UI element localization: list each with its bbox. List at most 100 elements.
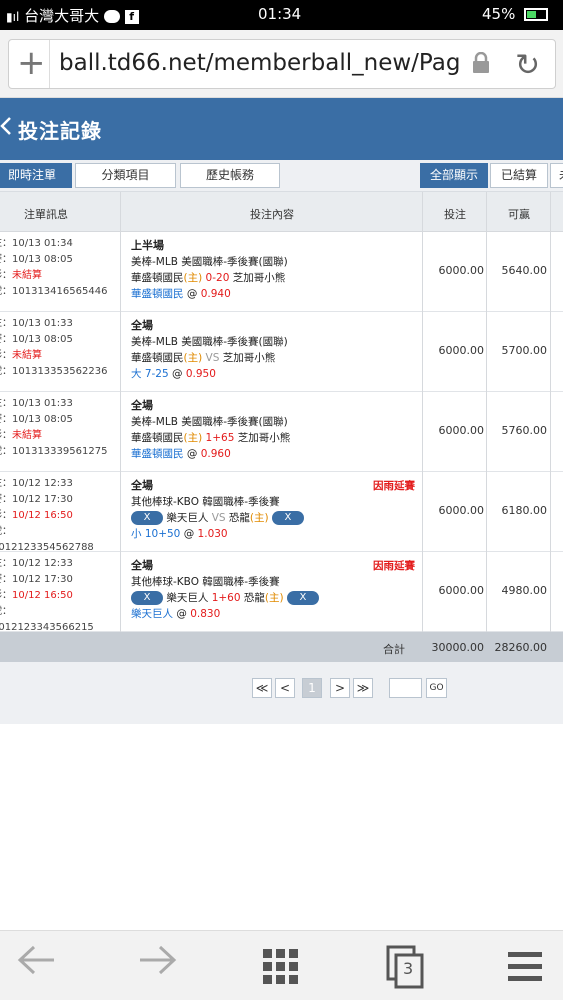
status-line: 彩：未結算	[0, 348, 110, 364]
status-badge: 未結算	[12, 430, 42, 441]
period: 全場	[131, 319, 153, 332]
grid-icon[interactable]	[263, 949, 299, 994]
team2: 恐龍	[228, 512, 250, 524]
grid-line	[550, 192, 551, 662]
back-icon[interactable]	[0, 116, 14, 142]
league: 其他棒球-KBO 韓國職棒-季後賽	[131, 496, 280, 508]
pick-line: 華盛頓國民 @ 0.960	[131, 446, 419, 462]
browser-toolbar: + ball.td66.net/memberball_new/Page. ↻	[0, 30, 563, 98]
status-line: 彩：10/12 16:50	[0, 508, 110, 524]
home-mark: (主)	[183, 272, 203, 284]
status-label: 彩：	[0, 270, 12, 281]
pick: 大 7-25	[131, 368, 169, 380]
url-box[interactable]: + ball.td66.net/memberball_new/Page. ↻	[8, 39, 556, 89]
tab-live-bets[interactable]: 即時注單	[0, 163, 72, 188]
status-badge: 10/12 16:50	[12, 590, 73, 601]
odds: 0.950	[185, 368, 216, 380]
league: 美棒-MLB 美國職棒-季後賽(國聯)	[131, 256, 288, 268]
battery-group: 45%	[482, 5, 549, 23]
team1: 華盛頓國民	[131, 432, 184, 444]
menu-icon[interactable]	[508, 951, 542, 991]
handicap: VS	[211, 512, 226, 524]
ticket-number: 號：101313339561275	[0, 446, 108, 457]
tabs-icon[interactable]: 3	[386, 945, 426, 989]
bet-content: 全場 美棒-MLB 美國職棒-季後賽(國聯) 華盛頓國民(主) VS 芝加哥小熊大 …	[131, 318, 419, 382]
battery-percent: 45%	[482, 5, 516, 23]
win-amount: 5640.00	[501, 264, 548, 277]
cancel-pill[interactable]: X	[286, 591, 319, 605]
col-content: 投注內容	[250, 208, 294, 221]
match-time: 賽：10/13 08:05	[0, 414, 73, 425]
home-mark: (主)	[249, 512, 269, 524]
table-row: 注：10/13 01:33 賽：10/13 08:05 彩：未結算號：1013133…	[0, 392, 563, 472]
back-arrow-icon[interactable]	[16, 943, 56, 986]
match-line: X 樂天巨人 1+60 恐龍(主) X	[131, 590, 419, 606]
page-title: 投注記錄	[18, 119, 102, 143]
ticket-number: 號：101313353562236	[0, 366, 108, 377]
tab-show-all[interactable]: 全部顯示	[420, 163, 488, 188]
win-amount: 6180.00	[501, 504, 548, 517]
table-header: 注單訊息 投注內容 投注 可贏	[0, 192, 563, 232]
home-mark: (主)	[264, 592, 284, 604]
team1: 華盛頓國民	[131, 272, 184, 284]
home-mark: (主)	[183, 352, 203, 364]
pick-line: 大 7-25 @ 0.950	[131, 366, 419, 382]
tab-bar: 即時注單 分類項目 歷史帳務 全部顯示 已結算 未	[0, 160, 563, 192]
url-text[interactable]: ball.td66.net/memberball_new/Page.	[59, 50, 459, 76]
line-app-icon	[103, 10, 120, 23]
plus-icon[interactable]: +	[17, 43, 46, 83]
handicap: 1+60	[211, 592, 241, 604]
team1: 樂天巨人	[166, 512, 209, 524]
col-win: 可贏	[508, 208, 530, 221]
stake-amount: 6000.00	[438, 504, 485, 517]
go-button[interactable]: GO	[426, 678, 447, 698]
last-page-button[interactable]: ≫	[353, 678, 373, 698]
team1: 華盛頓國民	[131, 352, 184, 364]
match-time: 賽：10/13 08:05	[0, 334, 73, 345]
totals-label: 合計	[383, 643, 405, 656]
tab-history[interactable]: 歷史帳務	[180, 163, 280, 188]
prev-page-button[interactable]: <	[275, 678, 295, 698]
grid-line	[422, 192, 423, 662]
tab-unsettled[interactable]: 未	[550, 163, 563, 188]
reload-icon[interactable]: ↻	[515, 48, 540, 83]
handicap: 0-20	[205, 272, 230, 284]
league: 美棒-MLB 美國職棒-季後賽(國聯)	[131, 416, 288, 428]
odds: 1.030	[197, 528, 228, 540]
tab-settled[interactable]: 已結算	[490, 163, 548, 188]
next-page-button[interactable]: >	[330, 678, 350, 698]
cancel-pill[interactable]: X	[131, 511, 163, 525]
totals-win: 28260.00	[494, 641, 548, 654]
match-line: X 樂天巨人 VS 恐龍(主) X	[131, 510, 419, 526]
cancel-pill[interactable]: X	[271, 511, 304, 525]
status-label: 彩：	[0, 590, 12, 601]
bet-time: 注：10/12 12:33	[0, 478, 73, 489]
win-amount: 5700.00	[501, 344, 548, 357]
status-badge: 未結算	[12, 270, 42, 281]
grid-line	[120, 192, 121, 632]
bet-info: 注：10/13 01:34 賽：10/13 08:05 彩：未結算號：1013134…	[0, 236, 110, 300]
odds: 0.830	[190, 608, 221, 620]
page-number-input[interactable]	[389, 678, 422, 698]
pick: 華盛頓國民	[131, 288, 184, 300]
browser-bottom-bar: 3	[0, 930, 563, 1000]
team1: 樂天巨人	[166, 592, 209, 604]
ticket-number: 號：101313416565446	[0, 286, 108, 297]
status-label: 彩：	[0, 510, 12, 521]
at-sign: @	[186, 288, 198, 300]
forward-arrow-icon[interactable]	[138, 943, 178, 986]
team2: 芝加哥小熊	[222, 352, 276, 364]
current-page[interactable]: 1	[302, 678, 322, 698]
stake-amount: 6000.00	[438, 264, 485, 277]
totals-row: 合計 30000.00 28260.00	[0, 632, 563, 662]
first-page-button[interactable]: ≪	[252, 678, 272, 698]
cancel-pill[interactable]: X	[131, 591, 163, 605]
tab-category[interactable]: 分類項目	[75, 163, 176, 188]
bet-time: 注：10/13 01:33	[0, 398, 73, 409]
match-time: 賽：10/12 17:30	[0, 494, 73, 505]
pick-line: 小 10+50 @ 1.030	[131, 526, 419, 542]
team2: 恐龍	[243, 592, 265, 604]
pick: 小 10+50	[131, 528, 181, 540]
pick: 華盛頓國民	[131, 448, 184, 460]
bet-info: 注：10/12 12:33賽：10/12 17:30彩：10/12 16:50號…	[0, 476, 110, 556]
